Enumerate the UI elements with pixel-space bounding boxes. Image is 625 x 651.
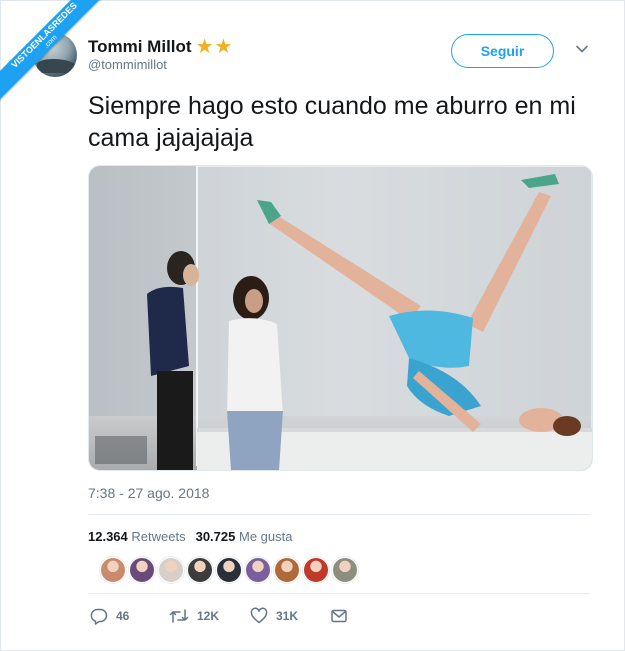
liker-avatar[interactable] bbox=[187, 557, 213, 583]
reply-button[interactable]: 46 bbox=[90, 606, 129, 626]
like-button[interactable]: 31K bbox=[250, 606, 298, 626]
divider bbox=[88, 514, 590, 515]
liker-avatar[interactable] bbox=[100, 557, 126, 583]
avatar[interactable] bbox=[33, 33, 77, 77]
heart-icon bbox=[250, 607, 268, 624]
liker-avatar[interactable] bbox=[216, 557, 242, 583]
direct-message-button[interactable] bbox=[330, 606, 348, 626]
reply-count: 46 bbox=[116, 609, 130, 623]
likes-label[interactable]: Me gusta bbox=[239, 529, 292, 544]
tweet-text: Siempre hago esto cuando me aburro en mi… bbox=[88, 92, 576, 152]
retweets-count[interactable]: 12.364 bbox=[88, 529, 128, 544]
follow-button[interactable]: Seguir bbox=[451, 34, 554, 68]
liker-avatar[interactable] bbox=[332, 557, 358, 583]
liker-avatar[interactable] bbox=[129, 557, 155, 583]
retweet-count: 12K bbox=[197, 609, 220, 623]
reply-icon bbox=[90, 608, 108, 625]
liker-avatar[interactable] bbox=[303, 557, 329, 583]
liker-avatar[interactable] bbox=[158, 557, 184, 583]
display-name-text[interactable]: Tommi Millot bbox=[88, 37, 192, 56]
like-count: 31K bbox=[276, 609, 299, 623]
liker-avatar[interactable] bbox=[274, 557, 300, 583]
display-name[interactable]: Tommi Millot ★★ bbox=[88, 33, 233, 58]
divider bbox=[88, 593, 590, 594]
engagement-stats: 12.364 Retweets 30.725 Me gusta bbox=[88, 529, 292, 544]
star-badge-icon: ★★ bbox=[195, 36, 234, 58]
chevron-down-icon[interactable] bbox=[575, 42, 589, 56]
username-handle[interactable]: @tommimillot bbox=[88, 57, 167, 72]
likes-count[interactable]: 30.725 bbox=[196, 529, 236, 544]
tweet-photo[interactable] bbox=[88, 165, 593, 471]
retweet-icon bbox=[169, 609, 189, 623]
liker-avatar[interactable] bbox=[245, 557, 271, 583]
envelope-icon bbox=[331, 609, 347, 623]
retweets-label[interactable]: Retweets bbox=[131, 529, 185, 544]
tweet-timestamp[interactable]: 7:38 - 27 ago. 2018 bbox=[88, 485, 209, 501]
retweet-button[interactable]: 12K bbox=[169, 606, 219, 626]
photo-image bbox=[89, 166, 592, 470]
